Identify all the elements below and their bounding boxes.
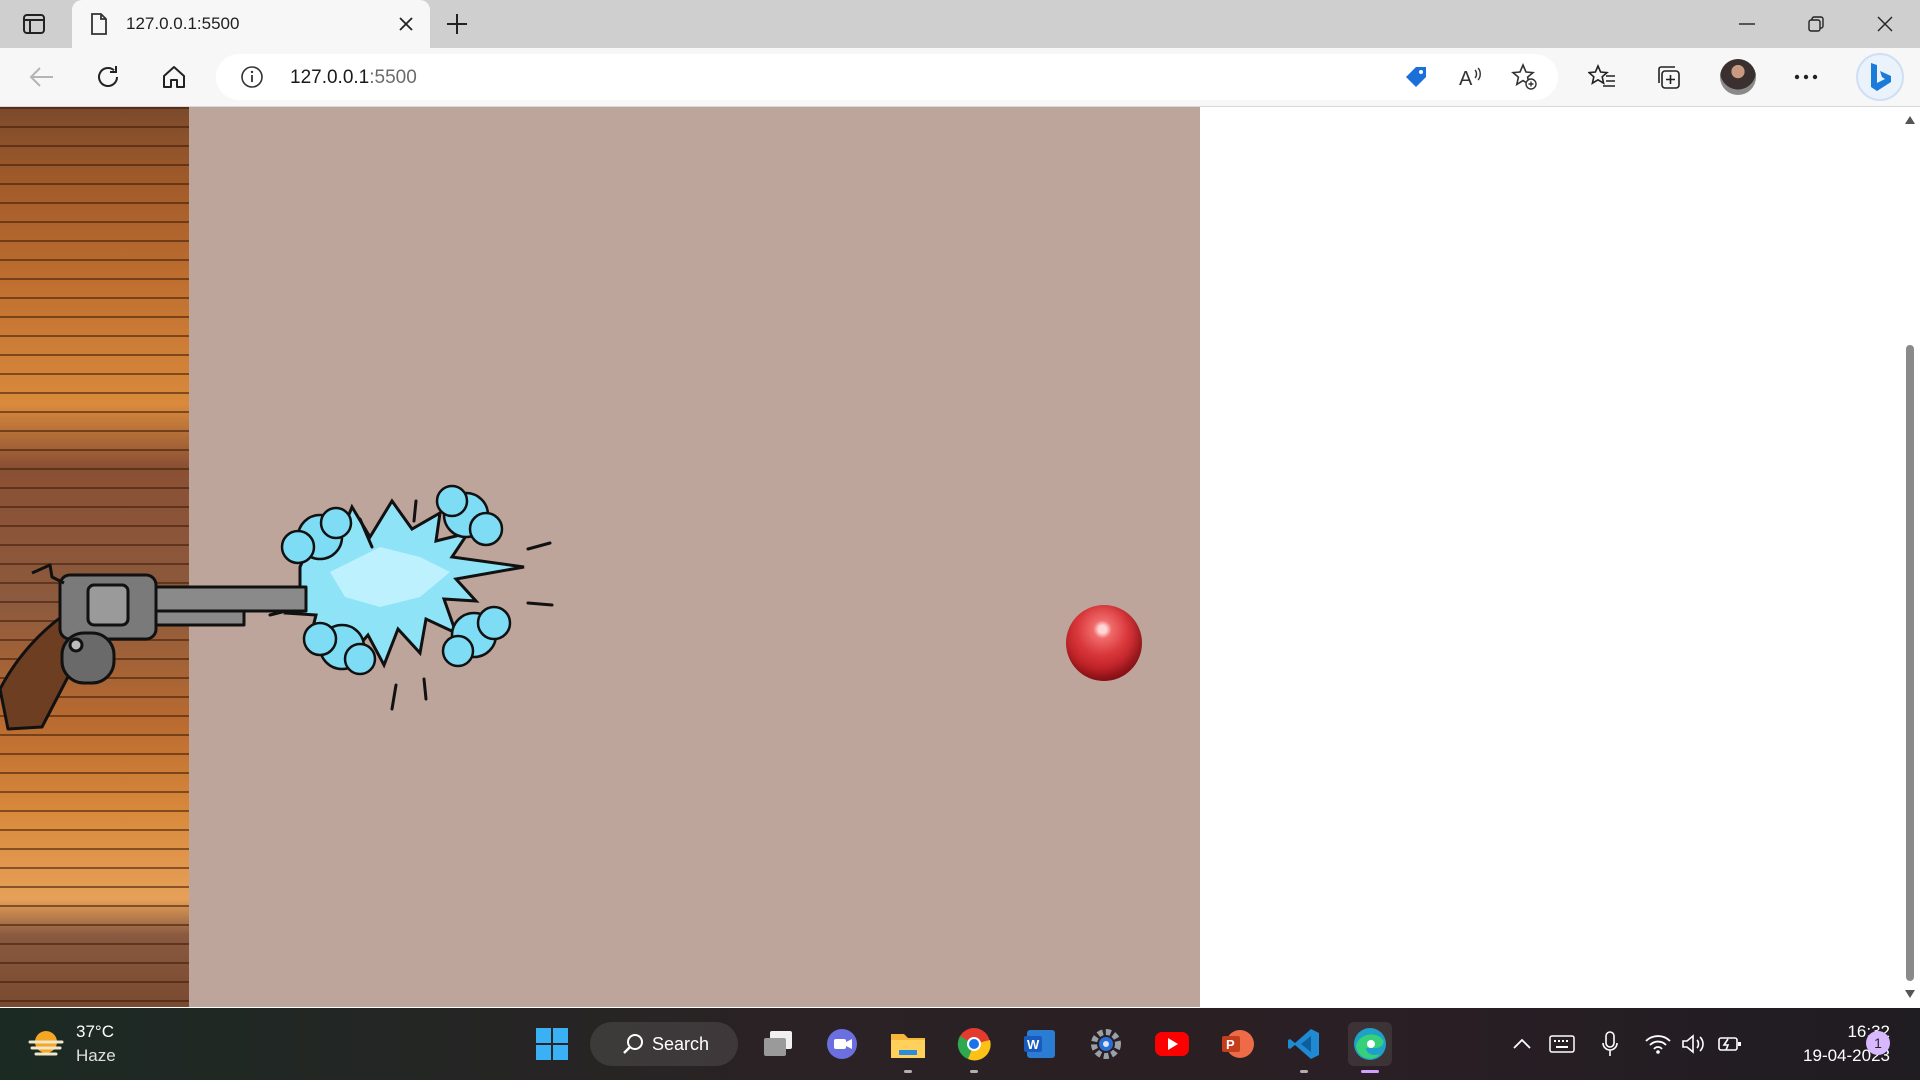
running-indicator (1300, 1070, 1308, 1073)
keyboard-icon[interactable] (1548, 1030, 1576, 1058)
svg-text:P: P (1226, 1037, 1235, 1052)
url-host: 127.0.0.1 (290, 67, 370, 88)
refresh-icon[interactable] (92, 61, 124, 93)
teams-chat-icon[interactable] (820, 1022, 864, 1066)
taskbar-search[interactable]: Search (590, 1022, 738, 1066)
address-bar[interactable]: 127.0.0.1:5500 A (216, 54, 1558, 100)
more-options-icon[interactable] (1790, 61, 1822, 93)
restore-icon[interactable] (1801, 10, 1831, 38)
close-window-icon[interactable] (1870, 10, 1900, 38)
scroll-down-icon[interactable] (1903, 987, 1917, 1001)
bing-chat-icon[interactable] (1856, 53, 1904, 101)
vertical-scrollbar[interactable] (1900, 107, 1920, 1007)
profile-avatar[interactable] (1720, 59, 1756, 95)
youtube-icon[interactable] (1150, 1022, 1194, 1066)
close-tab-icon[interactable] (394, 12, 418, 36)
word-icon[interactable]: W (1018, 1022, 1062, 1066)
browser-toolbar: 127.0.0.1:5500 A (0, 48, 1920, 107)
weather-haze-icon[interactable] (28, 1028, 64, 1060)
scrollbar-thumb[interactable] (1906, 345, 1914, 981)
search-label: Search (652, 1034, 710, 1054)
show-hidden-icons-chevron-icon[interactable] (1508, 1030, 1536, 1058)
weather-temperature[interactable]: 37°C (76, 1022, 114, 1042)
notification-badge[interactable]: 1 (1866, 1031, 1890, 1055)
site-info-icon[interactable] (240, 65, 264, 94)
battery-charging-icon[interactable] (1716, 1030, 1744, 1058)
collections-icon[interactable] (1652, 61, 1684, 93)
muzzle-blast (268, 484, 554, 711)
tab-actions-icon[interactable] (20, 12, 48, 36)
windows-taskbar: 37°C Haze Search W P 16:32 19-04-2023 1 (0, 1008, 1920, 1080)
running-indicator (970, 1070, 978, 1073)
favorites-icon[interactable] (1586, 61, 1618, 93)
wifi-icon[interactable] (1644, 1030, 1672, 1058)
revolver (0, 563, 308, 731)
microphone-icon[interactable] (1596, 1030, 1624, 1058)
tab-title: 127.0.0.1:5500 (126, 14, 240, 33)
svg-text:A: A (1459, 68, 1473, 90)
shopping-tag-icon[interactable] (1402, 63, 1430, 91)
active-tab[interactable]: 127.0.0.1:5500 (72, 0, 430, 48)
start-icon[interactable] (530, 1022, 574, 1066)
task-view-icon[interactable] (756, 1022, 800, 1066)
volume-icon[interactable] (1680, 1030, 1708, 1058)
active-indicator (1361, 1070, 1379, 1073)
red-ball-target[interactable] (1066, 605, 1142, 681)
page-icon (90, 13, 108, 40)
minimize-icon[interactable] (1732, 10, 1762, 38)
back-icon[interactable] (26, 61, 58, 93)
home-icon[interactable] (158, 61, 190, 93)
vscode-icon[interactable] (1282, 1022, 1326, 1073)
read-aloud-icon[interactable]: A (1456, 63, 1484, 91)
new-tab-icon[interactable] (444, 11, 470, 37)
browser-tab-bar: 127.0.0.1:5500 (0, 0, 1920, 48)
powerpoint-icon[interactable]: P (1216, 1022, 1260, 1066)
url-port: :5500 (369, 67, 417, 88)
search-icon (622, 1033, 644, 1060)
url-text[interactable]: 127.0.0.1:5500 (290, 67, 417, 89)
weather-condition[interactable]: Haze (76, 1046, 116, 1066)
running-indicator (904, 1070, 912, 1073)
edge-icon[interactable] (1348, 1022, 1392, 1073)
chrome-icon[interactable] (952, 1022, 996, 1073)
page-viewport (0, 107, 1920, 1007)
revolver-with-blast (0, 484, 554, 731)
settings-icon[interactable] (1084, 1022, 1128, 1066)
scroll-up-icon[interactable] (1903, 113, 1917, 127)
add-favorite-icon[interactable] (1510, 63, 1538, 91)
svg-text:W: W (1027, 1037, 1040, 1052)
file-explorer-icon[interactable] (886, 1022, 930, 1073)
